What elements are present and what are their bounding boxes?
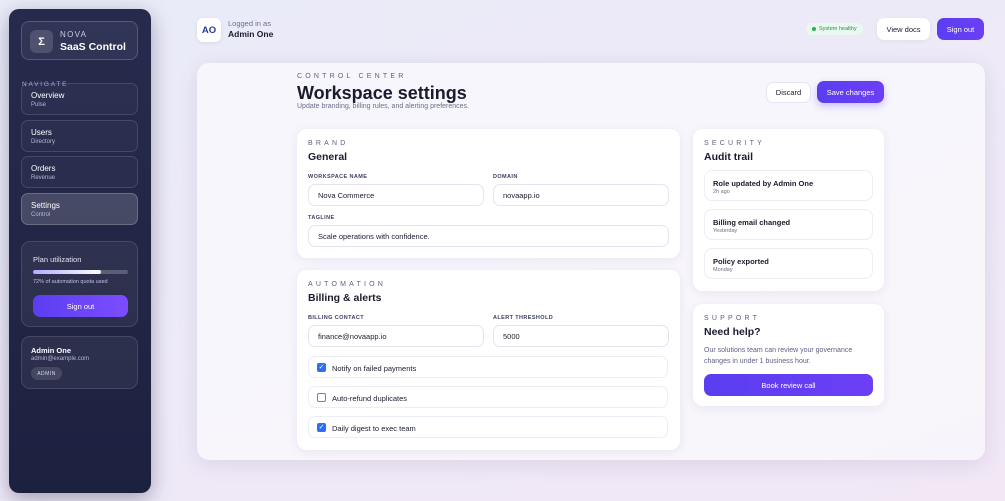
general-card: BRAND General WORKSPACE NAME DOMAIN TAGL… (297, 129, 680, 258)
billing-alerts-card: AUTOMATION Billing & alerts BILLING CONT… (297, 270, 680, 450)
sidebar-item-sublabel: Control (31, 212, 51, 218)
checkbox[interactable]: ✓ (317, 363, 326, 372)
audit-item-title: Role updated by Admin One (713, 179, 814, 188)
billing-contact-label: BILLING CONTACT (308, 315, 365, 321)
checkbox[interactable] (317, 393, 326, 402)
option-label: Notify on failed payments (332, 364, 417, 373)
support-card: SUPPORT Need help? Our solutions team ca… (693, 304, 884, 406)
audit-item-title: Billing email changed (713, 218, 791, 227)
card-title: Need help? (704, 326, 761, 338)
card-eyebrow: SECURITY (704, 140, 765, 147)
user-card[interactable]: Admin One admin@example.com ADMIN (21, 336, 138, 389)
main-panel: CONTROL CENTER Workspace settings Update… (197, 63, 985, 460)
sidebar-item-label: Users (31, 128, 52, 137)
option-label: Auto-refund duplicates (332, 394, 408, 403)
card-eyebrow: BRAND (308, 140, 349, 147)
audit-item[interactable]: Role updated by Admin One 2h ago (704, 170, 873, 201)
brand-name: SaaS Control (60, 41, 126, 53)
page-eyebrow: CONTROL CENTER (297, 73, 407, 80)
auto-refund-duplicates-option[interactable]: Auto-refund duplicates (308, 386, 668, 408)
sidebar: Σ NOVA SaaS Control NAVIGATE Overview Pu… (9, 9, 151, 493)
sidebar-item-label: Orders (31, 164, 56, 173)
card-title: General (308, 151, 348, 163)
sidebar-sign-out-button[interactable]: Sign out (33, 295, 128, 317)
tagline-label: TAGLINE (308, 215, 335, 221)
avatar[interactable]: AO (197, 18, 221, 42)
status-dot-icon (812, 27, 816, 31)
plan-utilization-card: Plan utilization 72% of automation quota… (21, 241, 138, 327)
page-title: Workspace settings (297, 83, 467, 103)
workspace-name-input[interactable] (308, 184, 484, 206)
alert-threshold-label: ALERT THRESHOLD (493, 315, 554, 321)
alert-threshold-input[interactable] (493, 325, 669, 347)
login-name: Admin One (228, 29, 274, 39)
audit-item-time: Yesterday (713, 228, 738, 234)
plan-progress-bar (33, 270, 128, 274)
card-title: Audit trail (704, 151, 753, 163)
audit-item-time: Monday (713, 267, 733, 273)
audit-item-title: Policy exported (713, 257, 769, 266)
status-text: System healthy (819, 26, 857, 32)
discard-button[interactable]: Discard (766, 82, 811, 103)
plan-progress-fill (33, 270, 102, 274)
sigma-icon: Σ (30, 30, 53, 53)
billing-contact-input[interactable] (308, 325, 484, 347)
sidebar-item-label: Settings (31, 201, 60, 210)
book-review-call-button[interactable]: Book review call (704, 374, 873, 396)
tagline-input[interactable] (308, 225, 669, 247)
sidebar-item-sublabel: Pulse (31, 102, 47, 108)
user-name: Admin One (31, 346, 72, 355)
domain-label: DOMAIN (493, 174, 518, 180)
audit-item[interactable]: Billing email changed Yesterday (704, 209, 873, 240)
brand-block[interactable]: Σ NOVA SaaS Control (21, 21, 138, 60)
sidebar-item-sublabel: Directory (31, 139, 56, 145)
plan-title: Plan utilization (33, 255, 82, 264)
option-label: Daily digest to exec team (332, 424, 416, 433)
sidebar-item-overview[interactable]: Overview Pulse (21, 83, 138, 115)
sign-out-button[interactable]: Sign out (937, 18, 984, 40)
support-text: Our solutions team can review your gover… (704, 347, 853, 365)
daily-digest-option[interactable]: ✓ Daily digest to exec team (308, 416, 668, 438)
sidebar-item-users[interactable]: Users Directory (21, 120, 138, 152)
user-email: admin@example.com (31, 356, 90, 362)
view-docs-button[interactable]: View docs (877, 18, 930, 40)
status-badge: System healthy (806, 23, 863, 35)
brand-eyebrow: NOVA (60, 30, 88, 39)
plan-note: 72% of automation quota used (33, 279, 108, 285)
audit-trail-card: SECURITY Audit trail Role updated by Adm… (693, 129, 884, 291)
save-changes-button[interactable]: Save changes (817, 81, 884, 103)
role-badge: ADMIN (31, 367, 62, 380)
sidebar-item-sublabel: Revenue (31, 175, 56, 181)
checkbox[interactable]: ✓ (317, 423, 326, 432)
card-eyebrow: SUPPORT (704, 315, 761, 322)
login-label: Logged in as (228, 19, 271, 28)
sidebar-item-label: Overview (31, 91, 65, 100)
card-title: Billing & alerts (308, 292, 382, 304)
card-eyebrow: AUTOMATION (308, 281, 387, 288)
domain-input[interactable] (493, 184, 669, 206)
audit-item-time: 2h ago (713, 189, 730, 195)
audit-item[interactable]: Policy exported Monday (704, 248, 873, 279)
notify-failed-payments-option[interactable]: ✓ Notify on failed payments (308, 356, 668, 378)
page-description: Update branding, billing rules, and aler… (297, 103, 469, 110)
workspace-name-label: WORKSPACE NAME (308, 174, 368, 180)
sidebar-item-orders[interactable]: Orders Revenue (21, 156, 138, 188)
sidebar-item-settings[interactable]: Settings Control (21, 193, 138, 225)
